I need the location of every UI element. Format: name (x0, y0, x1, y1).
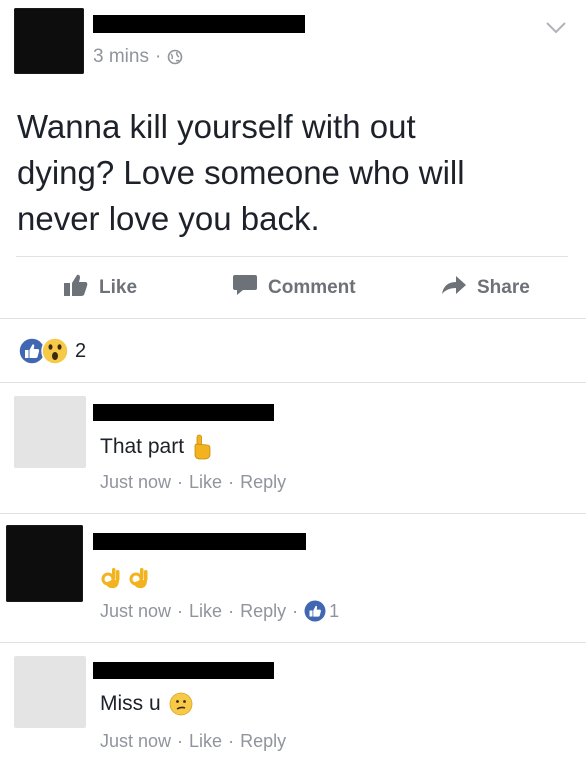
comment-likes[interactable]: 1 (304, 600, 339, 622)
post-meta: 3 mins · (93, 46, 183, 68)
comment-author-name-redacted[interactable] (93, 404, 274, 421)
comment-meta: Just now · Like · Reply · 1 (100, 600, 339, 622)
comment-icon (232, 273, 258, 303)
comment-avatar[interactable] (14, 396, 86, 468)
comment-avatar[interactable] (6, 525, 83, 602)
comment-avatar[interactable] (14, 656, 86, 728)
comment-likes-count: 1 (329, 600, 340, 621)
thumbs-up-icon (63, 273, 89, 303)
reactions-summary[interactable]: 2 (18, 337, 86, 365)
comment-text: That part (100, 435, 185, 458)
comment-meta: Just now · Like · Reply (100, 731, 286, 752)
comment-body (100, 566, 150, 590)
comment-like-link[interactable]: Like (189, 472, 222, 493)
meta-separator: · (228, 731, 235, 751)
like-button-label: Like (99, 277, 138, 298)
like-reaction-icon (304, 600, 326, 622)
share-arrow-icon (441, 274, 467, 302)
comment-meta: Just now · Like · Reply (100, 472, 286, 493)
ok-hand-icon (128, 566, 150, 590)
divider (0, 642, 586, 643)
post-timestamp[interactable]: 3 mins (93, 46, 149, 68)
share-button[interactable]: Share (441, 275, 530, 301)
comment-reply-link[interactable]: Reply (240, 731, 286, 752)
meta-separator: · (177, 731, 184, 751)
comment-button-label: Comment (268, 277, 356, 298)
meta-separator: · (228, 472, 235, 492)
globe-icon (167, 49, 183, 65)
meta-separator: · (154, 46, 162, 67)
divider (16, 256, 568, 257)
comment-like-link[interactable]: Like (189, 601, 222, 622)
wow-reaction-icon (41, 337, 69, 365)
post-author-avatar[interactable] (14, 8, 84, 74)
post-text-line: never love you back. (17, 200, 320, 237)
comment-time[interactable]: Just now (100, 601, 171, 622)
comment-button[interactable]: Comment (232, 275, 356, 301)
chevron-down-icon[interactable] (545, 20, 567, 36)
pointing-up-hand-icon (192, 434, 212, 460)
like-button[interactable]: Like (63, 273, 138, 303)
meta-separator: · (292, 600, 299, 621)
meta-separator: · (228, 600, 235, 621)
meta-separator: · (177, 600, 184, 621)
comment-author-name-redacted[interactable] (93, 662, 274, 679)
post-text-line: Wanna kill yourself with out (17, 108, 416, 145)
comment-time[interactable]: Just now (100, 472, 171, 493)
confused-face-icon (169, 692, 193, 716)
meta-separator: · (177, 472, 184, 492)
comment-text: Miss u (100, 692, 161, 715)
divider (0, 513, 586, 514)
reactions-count: 2 (75, 339, 87, 362)
post-text-line: dying? Love someone who will (17, 154, 465, 191)
comment-time[interactable]: Just now (100, 731, 171, 752)
divider (0, 318, 586, 319)
share-button-label: Share (477, 277, 530, 298)
post-text: Wanna kill yourself with out dying? Love… (17, 104, 465, 242)
comment-reply-link[interactable]: Reply (240, 472, 286, 493)
ok-hand-icon (100, 566, 122, 590)
comment-body: Miss u (100, 692, 193, 716)
comment-like-link[interactable]: Like (189, 731, 222, 752)
divider (0, 382, 586, 383)
comment-reply-link[interactable]: Reply (240, 601, 286, 622)
comment-author-name-redacted[interactable] (93, 533, 306, 550)
post-author-name-redacted[interactable] (93, 15, 305, 33)
comment-body: That part (100, 434, 212, 460)
